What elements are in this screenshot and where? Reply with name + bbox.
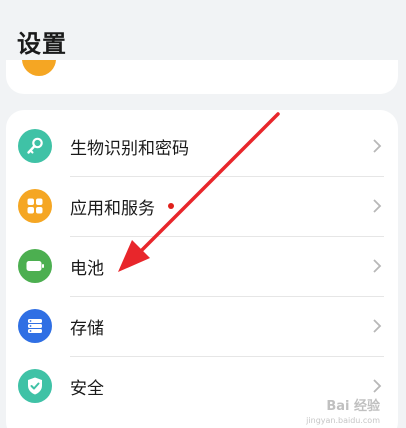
chevron-right-icon <box>373 319 382 333</box>
chevron-right-icon <box>373 379 382 393</box>
settings-item-battery[interactable]: 电池 <box>6 236 398 296</box>
settings-item-label: 电池 <box>70 258 104 279</box>
watermark-url: jingyan.baidu.com <box>306 416 380 425</box>
chevron-right-icon <box>373 259 382 273</box>
partial-orange-icon <box>22 60 56 76</box>
settings-item-label: 安全 <box>70 378 104 399</box>
page-title: 设置 <box>17 30 67 58</box>
shield-check-icon <box>18 369 52 403</box>
chevron-right-icon <box>373 139 382 153</box>
watermark-logo: Bai 经验 <box>326 399 380 414</box>
settings-item-label: 生物识别和密码 <box>70 138 189 159</box>
previous-settings-card[interactable] <box>6 60 398 94</box>
settings-item-apps-services[interactable]: 应用和服务 <box>6 176 398 236</box>
storage-icon <box>18 309 52 343</box>
settings-item-biometrics[interactable]: 生物识别和密码 <box>6 116 398 176</box>
settings-item-storage[interactable]: 存储 <box>6 296 398 356</box>
key-icon <box>18 129 52 163</box>
settings-item-label: 存储 <box>70 318 104 339</box>
chevron-right-icon <box>373 199 382 213</box>
battery-icon <box>18 249 52 283</box>
settings-item-label: 应用和服务 <box>70 198 155 219</box>
apps-grid-icon <box>18 189 52 223</box>
notification-dot <box>168 203 174 209</box>
settings-list-card: 生物识别和密码 应用和服务 电池 存储 安全 <box>6 110 398 428</box>
